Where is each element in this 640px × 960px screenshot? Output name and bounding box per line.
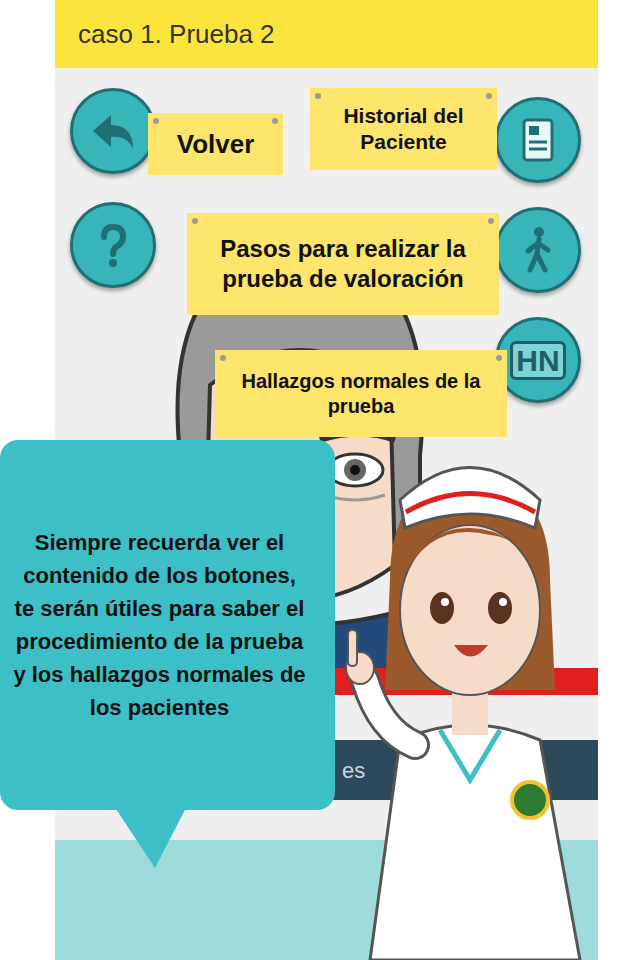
tutorial-label: Pasos para realizar la prueba de valorac… [187, 213, 499, 315]
test-steps-button[interactable] [495, 207, 581, 293]
tutorial-label: Historial del Paciente [310, 88, 497, 170]
header-title: caso 1. Prueba 2 [78, 15, 275, 54]
nurse-illustration [330, 440, 610, 960]
tutorial-label-text: Hallazgos normales de la prueba [225, 369, 497, 419]
document-icon [512, 114, 564, 166]
normal-findings-button[interactable]: HN [495, 317, 581, 403]
hn-label: HN [510, 341, 565, 380]
results-button-label: es [342, 754, 365, 787]
tutorial-screen: caso 1. Prueba 2 es HN Volver Historial del … [0, 0, 640, 960]
tutorial-label-text: Volver [177, 128, 255, 161]
tutorial-label: Hallazgos normales de la prueba [215, 350, 507, 437]
question-mark-icon [87, 219, 139, 271]
back-arrow-icon [87, 105, 139, 157]
bubble-tail [100, 800, 200, 870]
tutorial-label-text: Historial del Paciente [320, 103, 487, 156]
header-bar: caso 1. Prueba 2 [55, 0, 598, 68]
left-buttons [70, 88, 156, 288]
back-button[interactable] [70, 88, 156, 174]
walking-person-icon [512, 224, 564, 276]
right-buttons: HN [495, 97, 581, 403]
help-button[interactable] [70, 202, 156, 288]
patient-history-button[interactable] [495, 97, 581, 183]
tutorial-label: Volver [148, 113, 283, 175]
speech-bubble: Siempre recuerda ver el contenido de los… [0, 440, 335, 810]
speech-bubble-text: Siempre recuerda ver el contenido de los… [12, 526, 307, 724]
tutorial-label-text: Pasos para realizar la prueba de valorac… [197, 234, 489, 294]
